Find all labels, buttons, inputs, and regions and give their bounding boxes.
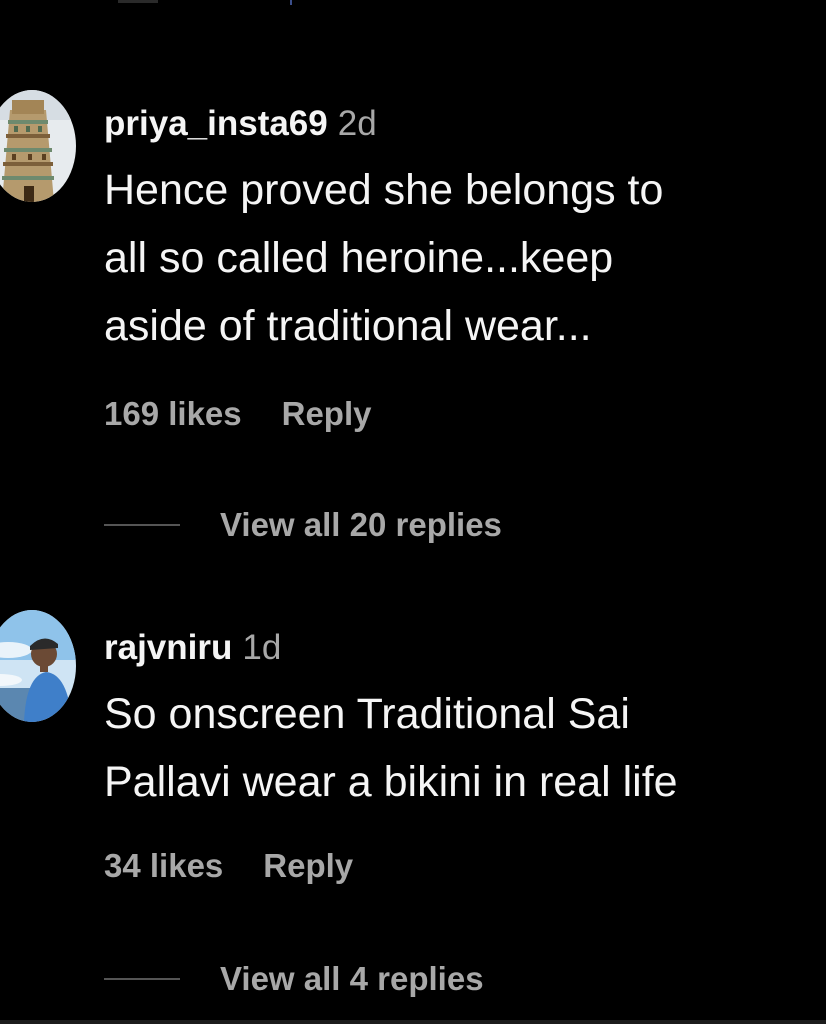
comment-text: So onscreen Traditional Sai Pallavi wear…: [104, 690, 678, 806]
view-replies-label: View all 4 replies: [220, 960, 484, 997]
username-link[interactable]: rajvniru: [104, 628, 232, 667]
comment-actions: 34 likes Reply: [104, 846, 353, 886]
person-portrait-avatar-icon: [0, 610, 76, 722]
replies-divider-line: [104, 524, 180, 526]
comment-actions: 169 likes Reply: [104, 394, 372, 434]
username-link[interactable]: priya_insta69: [104, 104, 328, 143]
replies-divider-line: [104, 978, 180, 980]
like-count[interactable]: 169 likes: [104, 395, 242, 432]
view-replies-label: View all 20 replies: [220, 506, 502, 543]
temple-gopuram-avatar-icon: [0, 90, 76, 202]
reply-button[interactable]: Reply: [282, 395, 372, 432]
bottom-edge-bar: [0, 1020, 826, 1024]
comment-header: priya_insta69 2d: [104, 104, 377, 144]
reply-button[interactable]: Reply: [263, 847, 353, 884]
like-count[interactable]: 34 likes: [104, 847, 223, 884]
view-replies-button[interactable]: View all 4 replies: [104, 960, 484, 998]
user-avatar[interactable]: [0, 610, 76, 722]
comment-timestamp: 1d: [242, 628, 282, 667]
view-replies-button[interactable]: View all 20 replies: [104, 506, 502, 544]
previous-item-fragment-dot: [290, 0, 292, 5]
comment-timestamp: 2d: [337, 104, 377, 143]
previous-item-fragment: [118, 0, 158, 3]
user-avatar[interactable]: [0, 90, 76, 202]
comment-header: rajvniru 1d: [104, 628, 281, 668]
comment-text: Hence proved she belongs to all so calle…: [104, 166, 664, 350]
